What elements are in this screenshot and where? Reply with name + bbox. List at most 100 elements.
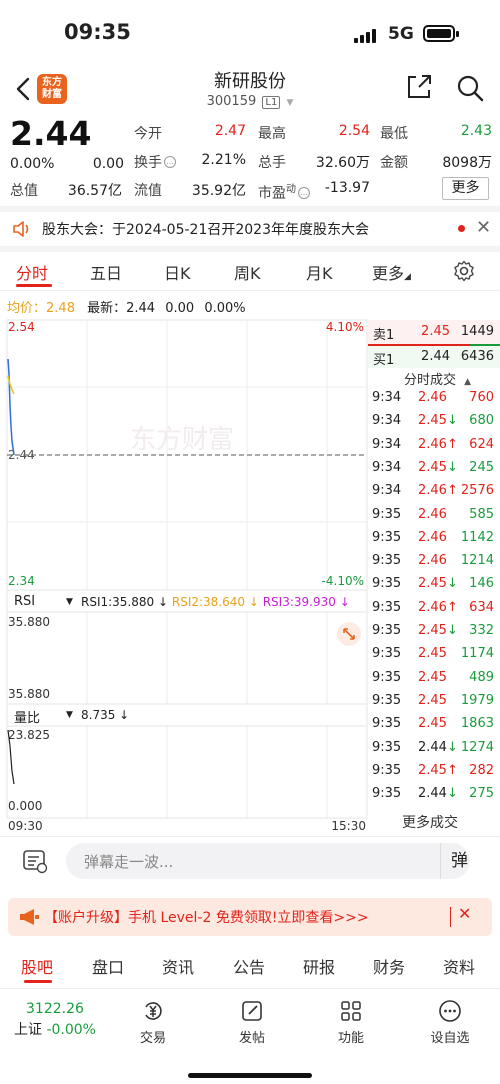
trade-volume: 2576 bbox=[460, 483, 494, 499]
rsi-bottom-label: 35.880 bbox=[8, 687, 50, 701]
more-trades-button[interactable]: 更多成交 bbox=[402, 812, 458, 832]
quote-value: 2.21% bbox=[201, 152, 246, 168]
rsi2-value: RSI2:38.640 ↓ bbox=[171, 595, 259, 609]
tab-research[interactable]: 研报 bbox=[303, 954, 335, 978]
intraday-chart[interactable]: 东方财富 2.54 2.44 2.34 4.10% -4.10% 35.880 … bbox=[0, 316, 370, 834]
quote-label: 流值 bbox=[134, 183, 162, 199]
tab-daily-k[interactable]: 日K bbox=[164, 260, 191, 284]
trade-time: 9:35 bbox=[372, 692, 402, 708]
tab-finance[interactable]: 财务 bbox=[373, 954, 405, 978]
trade-time: 9:34 bbox=[372, 459, 402, 475]
trade-time: 9:35 bbox=[372, 786, 402, 802]
tab-profile[interactable]: 资料 bbox=[443, 954, 475, 978]
back-icon[interactable] bbox=[12, 74, 36, 104]
trade-price: 2.46 bbox=[418, 390, 447, 405]
close-icon[interactable]: ✕ bbox=[476, 217, 491, 238]
quote-value: -13.97 bbox=[324, 180, 370, 196]
trade-time: 9:35 bbox=[372, 646, 402, 662]
danmaku-input[interactable]: 弹幕走一波... bbox=[66, 843, 470, 879]
trade-price: 2.45↓ bbox=[418, 459, 458, 475]
tab-announcements[interactable]: 公告 bbox=[233, 954, 265, 978]
trade-price: 2.45 bbox=[418, 692, 447, 708]
trade-time: 9:34 bbox=[372, 413, 402, 429]
trade-price: 2.46 bbox=[418, 529, 447, 545]
trade-price: 2.46 bbox=[418, 553, 447, 569]
quote-label: 换手… bbox=[134, 155, 176, 171]
tab-pankou[interactable]: 盘口 bbox=[92, 954, 124, 978]
index-ticker[interactable]: 3122.26 上证 -0.00% bbox=[14, 1001, 104, 1039]
footer-bar: 3122.26 上证 -0.00% 交易 发帖 功能 设自选 bbox=[0, 988, 500, 1084]
stock-code-row[interactable]: 300159 L1 ▼ bbox=[150, 94, 350, 109]
buy-volume: 6436 bbox=[460, 349, 494, 364]
trade-volume: 245 bbox=[469, 459, 494, 475]
trade-time: 9:35 bbox=[372, 739, 402, 755]
post-button[interactable]: 发帖 bbox=[222, 999, 282, 1046]
trade-volume: 146 bbox=[469, 576, 494, 592]
vol-selector[interactable]: 量比 ▼ bbox=[14, 707, 76, 726]
quote-label: 今开 bbox=[134, 126, 162, 142]
danmaku-send-button[interactable]: 弹 bbox=[440, 843, 478, 879]
trade-row: 9:35 2.45 1174 bbox=[372, 646, 496, 668]
vol-bottom-label: 0.000 bbox=[8, 799, 42, 813]
danmaku-toggle-icon[interactable] bbox=[22, 848, 48, 874]
info-icon[interactable]: … bbox=[298, 186, 310, 199]
promo-banner[interactable]: 【账户升级】手机 Level-2 免费领取!立即查看>>> ✕ bbox=[8, 898, 492, 936]
post-label: 发帖 bbox=[238, 1031, 265, 1046]
share-icon[interactable] bbox=[404, 72, 434, 102]
bottom-tab-underline bbox=[24, 980, 52, 983]
quote-value: 2.43 bbox=[460, 123, 492, 139]
trade-time: 9:34 bbox=[372, 436, 402, 452]
rsi-top-label: 35.880 bbox=[8, 615, 50, 629]
trade-time: 9:35 bbox=[372, 623, 402, 638]
quote-value: 2.47 bbox=[214, 123, 246, 139]
arrow-up-icon: ↑ bbox=[446, 599, 458, 615]
notice-bar[interactable]: 股东大会：于2024-05-21召开2023年年度股东大会 ✕ bbox=[0, 212, 500, 246]
trade-volume: 1174 bbox=[460, 646, 494, 662]
tab-more[interactable]: 更多◢ bbox=[372, 260, 411, 284]
add-watchlist-button[interactable]: 设自选 bbox=[420, 999, 480, 1046]
tab-five-day[interactable]: 五日 bbox=[90, 260, 122, 284]
trade-row: 9:35 2.45 1863 bbox=[372, 716, 496, 738]
trade-volume: 1142 bbox=[460, 529, 494, 545]
caret-down-icon: ▼ bbox=[66, 710, 73, 720]
rsi-selector[interactable]: RSI ▼ bbox=[14, 594, 76, 609]
grid-icon bbox=[341, 1001, 361, 1021]
signal-icon bbox=[354, 27, 378, 43]
trade-price: 2.45 bbox=[418, 646, 447, 662]
trade-row: 9:34 2.45↓ 680 bbox=[372, 413, 496, 435]
trade-time: 9:34 bbox=[372, 483, 402, 499]
latest-label: 最新： bbox=[87, 301, 127, 316]
trade-price: 2.44↓ bbox=[418, 739, 458, 755]
arrow-up-icon: ↑ bbox=[446, 436, 458, 452]
settings-icon[interactable] bbox=[453, 260, 475, 282]
tab-monthly-k[interactable]: 月K bbox=[306, 260, 333, 284]
tab-news[interactable]: 资讯 bbox=[162, 954, 194, 978]
search-icon[interactable] bbox=[456, 74, 484, 102]
tab-intraday[interactable]: 分时 bbox=[16, 260, 48, 284]
price-low-label: 2.34 bbox=[8, 574, 35, 588]
tab-weekly-k[interactable]: 周K bbox=[234, 260, 261, 284]
trade-row: 9:35 2.46 1142 bbox=[372, 530, 496, 552]
change-amt: 0.00 bbox=[92, 156, 124, 172]
trade-time: 9:35 bbox=[372, 716, 402, 732]
banner-text: 【账户升级】手机 Level-2 免费领取!立即查看>>> bbox=[44, 910, 369, 926]
trades-header[interactable]: 分时成交 ▲ bbox=[404, 369, 471, 388]
buy-label: 买1 bbox=[373, 353, 395, 368]
trade-button[interactable]: 交易 bbox=[123, 999, 183, 1046]
close-icon[interactable]: ✕ bbox=[458, 904, 471, 923]
sell-row: 卖1 2.45 1449 bbox=[368, 320, 500, 344]
tab-guba[interactable]: 股吧 bbox=[21, 954, 53, 978]
arrow-up-icon: ↑ bbox=[446, 762, 458, 778]
functions-button[interactable]: 功能 bbox=[321, 999, 381, 1046]
arrow-down-icon: ↓ bbox=[446, 623, 458, 638]
home-indicator bbox=[188, 1073, 312, 1078]
add-watchlist-label: 设自选 bbox=[430, 1031, 470, 1046]
vol-value: 8.735 ↓ bbox=[81, 708, 130, 722]
buy-price: 2.44 bbox=[421, 349, 450, 364]
more-button[interactable]: 更多 bbox=[442, 177, 489, 200]
quote-label: 总值 bbox=[10, 183, 38, 199]
quote-value: 32.60万 bbox=[315, 155, 370, 171]
trades-header-label: 分时成交 bbox=[404, 373, 457, 388]
info-icon[interactable]: … bbox=[164, 156, 176, 168]
time-end-label: 15:30 bbox=[331, 819, 366, 833]
